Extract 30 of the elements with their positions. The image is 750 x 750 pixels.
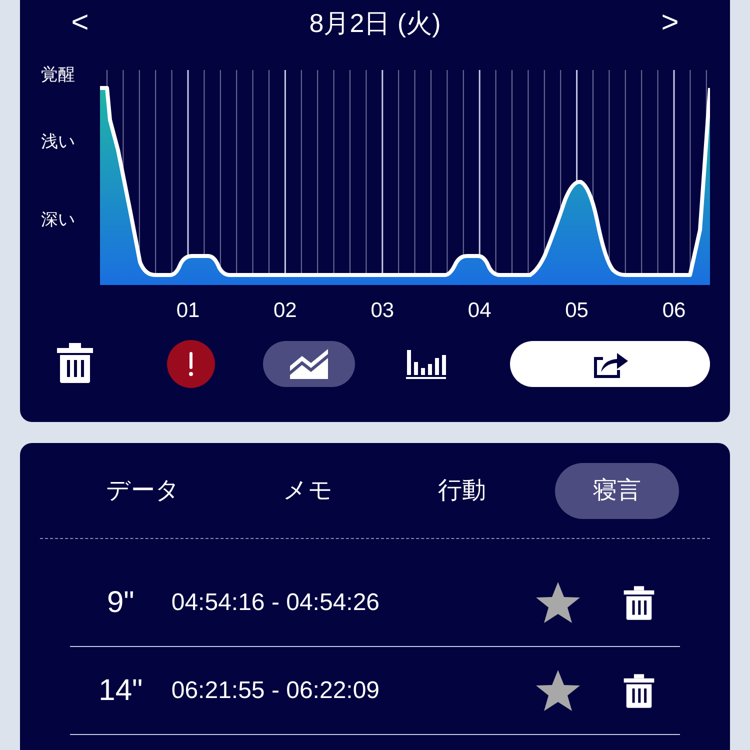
axis-label: 02 <box>274 300 297 321</box>
axis-label: 浅い <box>41 133 75 150</box>
trash-icon[interactable] <box>623 672 656 708</box>
axis-label: 06 <box>662 300 686 321</box>
tab[interactable]: 行動 <box>400 463 524 519</box>
area-chart-icon <box>289 348 329 380</box>
axis-label: 01 <box>176 300 200 321</box>
graph-view-button[interactable] <box>263 341 355 387</box>
tab[interactable]: データ <box>81 463 205 519</box>
tab[interactable]: メモ <box>246 463 370 519</box>
date-title: 8月2日 (火) <box>309 6 441 40</box>
previous-day-button[interactable]: < <box>70 8 90 38</box>
next-day-button[interactable]: > <box>660 8 680 38</box>
tab[interactable]: 寝言 <box>555 463 679 519</box>
axis-label: 04 <box>468 300 492 321</box>
time-range: 06:21:55 - 06:22:09 <box>171 676 381 706</box>
star-icon[interactable] <box>535 580 582 624</box>
axis-label: 03 <box>370 300 394 321</box>
share-button[interactable] <box>510 341 710 387</box>
duration: 14" <box>98 673 144 709</box>
bar-chart-icon <box>406 348 446 380</box>
axis-label: 覚醒 <box>41 66 75 83</box>
axis-label: 05 <box>565 300 588 321</box>
star-icon[interactable] <box>535 668 582 712</box>
alert-icon[interactable] <box>167 340 215 388</box>
duration: 9" <box>106 585 136 621</box>
axis-label: 深い <box>41 211 75 228</box>
trash-icon[interactable] <box>623 584 656 620</box>
trash-icon[interactable] <box>56 343 94 383</box>
time-range: 04:54:16 - 04:54:26 <box>171 588 381 618</box>
